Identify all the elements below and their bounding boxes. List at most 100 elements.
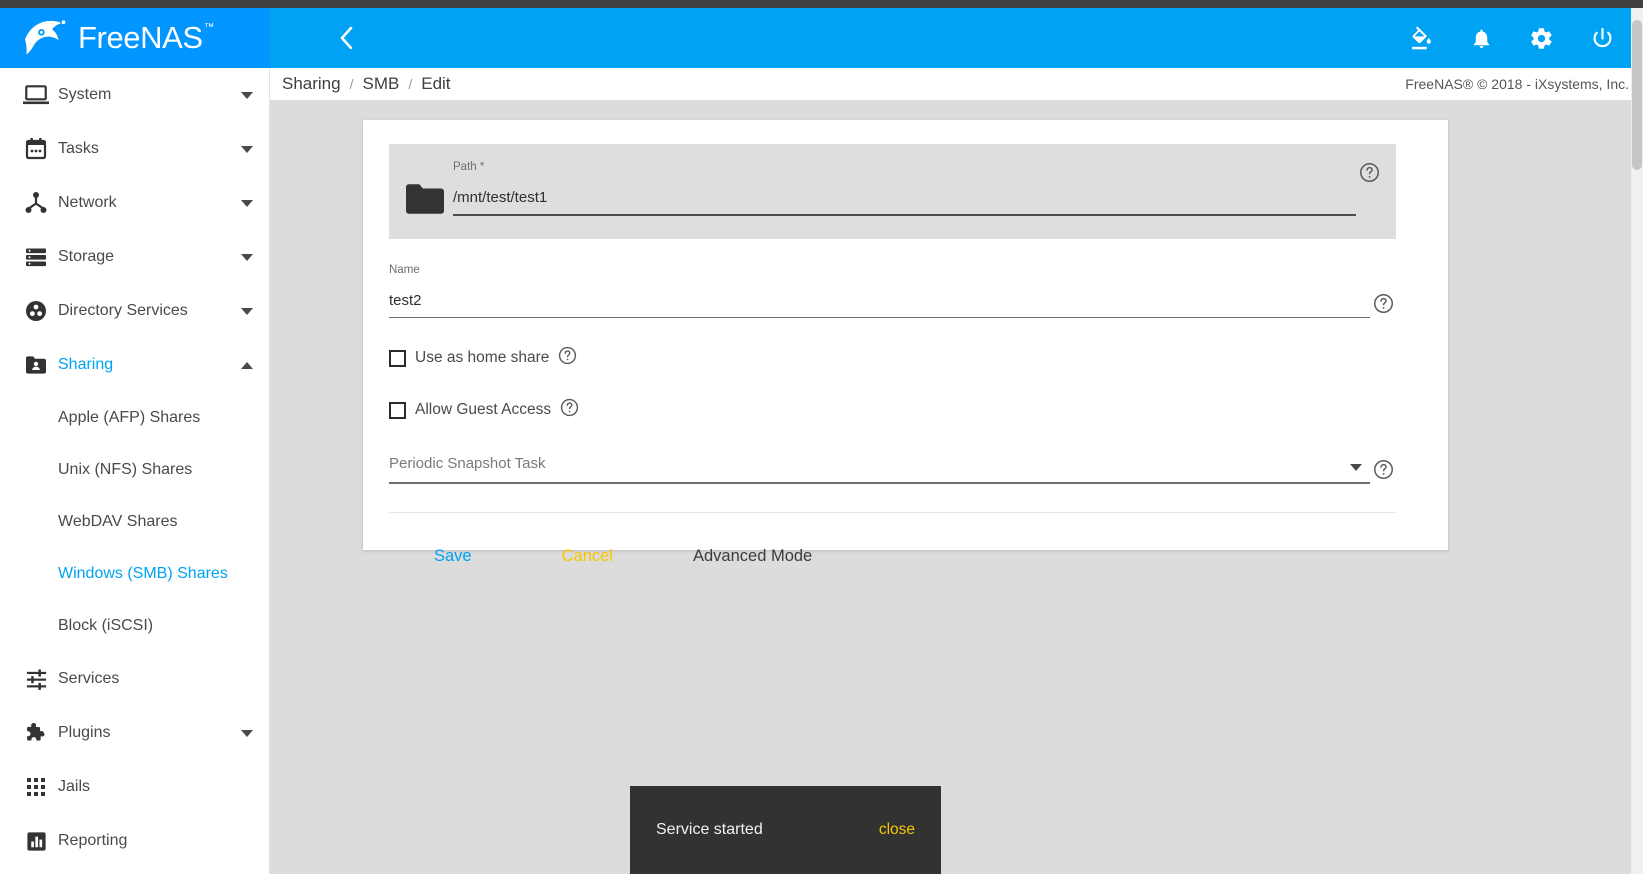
breadcrumb-item-2: Edit <box>421 74 451 93</box>
hamburger-menu-icon[interactable] <box>296 29 322 47</box>
help-circle-icon[interactable] <box>560 398 579 422</box>
sidebar-item-label: Reporting <box>58 832 128 849</box>
sidebar-item-label: Sharing <box>58 356 114 373</box>
sidebar-item-reporting[interactable]: Reporting <box>0 814 269 868</box>
sidebar-subitem-label: Unix (NFS) Shares <box>58 461 193 478</box>
name-underline <box>389 316 1370 318</box>
brand-logo[interactable]: FreeNAS ™ <box>0 8 270 68</box>
sidebar-item-services[interactable]: Services <box>0 652 269 706</box>
chevron-down-icon[interactable] <box>241 253 253 261</box>
select-underline <box>389 482 1370 484</box>
form-actions: Save Cancel Advanced Mode <box>389 513 1396 574</box>
sidebar-item-label: Jails <box>58 778 91 795</box>
sidebar-item-network[interactable]: Network <box>0 176 269 230</box>
sidebar-item-sharing[interactable]: Sharing <box>0 338 269 392</box>
freenas-fish-logo-icon <box>22 18 68 58</box>
periodic-snapshot-task-group: Periodic Snapshot Task <box>389 456 1396 484</box>
folder-shared-icon <box>14 354 58 376</box>
sidebar-item-system[interactable]: System <box>0 68 269 122</box>
breadcrumb-bar: Sharing / SMB / Edit FreeNAS® © 2018 - i… <box>270 68 1643 100</box>
periodic-snapshot-task-select[interactable]: Periodic Snapshot Task <box>389 456 1370 484</box>
sidebar-item-plugins[interactable]: Plugins <box>0 706 269 760</box>
sidebar-navigation: System Tasks Network Storage Directory S… <box>0 68 270 874</box>
window-top-strip <box>0 0 1643 8</box>
snackbar-message: Service started <box>656 821 763 838</box>
sidebar-item-tasks[interactable]: Tasks <box>0 122 269 176</box>
sidebar-subitem-webdav-shares[interactable]: WebDAV Shares <box>0 496 269 548</box>
top-toolbar <box>270 8 1643 68</box>
sidebar-item-label: Network <box>58 194 117 211</box>
sidebar-item-label: Directory Services <box>58 302 188 319</box>
use-as-home-share-checkbox[interactable] <box>389 349 406 367</box>
path-input[interactable]: /mnt/test/test1 <box>453 190 1356 214</box>
chevron-down-icon[interactable] <box>241 145 253 153</box>
save-button[interactable]: Save <box>418 539 488 574</box>
network-hub-icon <box>14 191 58 215</box>
name-input[interactable]: test2 <box>389 293 1370 317</box>
advanced-mode-button[interactable]: Advanced Mode <box>677 539 828 574</box>
directory-services-icon <box>14 299 58 323</box>
brand-name: FreeNAS ™ <box>78 20 214 55</box>
power-icon[interactable] <box>1590 26 1615 51</box>
cancel-button[interactable]: Cancel <box>546 539 629 574</box>
bell-notification-icon[interactable] <box>1470 26 1493 51</box>
sidebar-subitem-unix-nfs-shares[interactable]: Unix (NFS) Shares <box>0 444 269 496</box>
breadcrumb-separator: / <box>349 76 354 92</box>
sidebar-subitem-apple-afp-shares[interactable]: Apple (AFP) Shares <box>0 392 269 444</box>
path-underline <box>453 213 1356 216</box>
help-circle-icon[interactable] <box>558 346 577 370</box>
sidebar-subitem-windows-smb-shares[interactable]: Windows (SMB) Shares <box>0 548 269 600</box>
sidebar-item-label: Plugins <box>58 724 111 741</box>
page-scrollbar-thumb[interactable] <box>1632 20 1642 170</box>
use-as-home-share-row: Use as home share <box>389 346 1396 370</box>
allow-guest-access-checkbox[interactable] <box>389 401 406 419</box>
snackbar-close-button[interactable]: close <box>879 821 915 839</box>
breadcrumb-separator: / <box>408 76 413 92</box>
help-circle-icon[interactable] <box>1370 293 1396 318</box>
name-input-wrapper: Name test2 <box>389 264 1370 318</box>
trademark-symbol: ™ <box>204 22 214 33</box>
folder-icon[interactable] <box>397 162 453 214</box>
sidebar-subitem-label: WebDAV Shares <box>58 513 178 530</box>
breadcrumb: Sharing / SMB / Edit <box>282 74 451 94</box>
sidebar-item-label: Tasks <box>58 140 99 157</box>
breadcrumb-item-1[interactable]: SMB <box>363 74 400 94</box>
sidebar-subitem-label: Apple (AFP) Shares <box>58 409 201 426</box>
bar-chart-icon <box>14 830 58 853</box>
chevron-left-icon[interactable] <box>340 27 353 49</box>
sidebar-subitem-label: Block (iSCSI) <box>58 617 154 634</box>
chevron-up-icon[interactable] <box>241 361 253 369</box>
chevron-down-icon[interactable] <box>1350 463 1362 471</box>
sidebar-item-label: System <box>58 86 112 103</box>
periodic-snapshot-task-label: Periodic Snapshot Task <box>389 455 546 472</box>
laptop-icon <box>14 84 58 106</box>
sidebar-item-storage[interactable]: Storage <box>0 230 269 284</box>
page-scrollbar-track[interactable] <box>1631 8 1643 874</box>
sidebar-subitem-block-iscsi[interactable]: Block (iSCSI) <box>0 600 269 652</box>
sidebar-item-label: Storage <box>58 248 115 265</box>
snackbar-notification: Service started close <box>630 786 941 874</box>
chevron-down-icon[interactable] <box>241 91 253 99</box>
sidebar-subitem-label: Windows (SMB) Shares <box>58 565 228 582</box>
theme-paint-bucket-icon[interactable] <box>1409 26 1434 51</box>
sidebar-item-jails[interactable]: Jails <box>0 760 269 814</box>
chevron-down-icon[interactable] <box>241 729 253 737</box>
chevron-down-icon[interactable] <box>241 199 253 207</box>
path-label: Path * <box>453 161 485 173</box>
help-circle-icon[interactable] <box>1370 459 1396 484</box>
sidebar-item-directory-services[interactable]: Directory Services <box>0 284 269 338</box>
main-content: Path * /mnt/test/test1 Name test2 Use as… <box>270 100 1643 874</box>
sidebar-item-label: Services <box>58 670 120 687</box>
sliders-icon <box>14 668 58 691</box>
path-input-wrapper: Path * /mnt/test/test1 <box>453 161 1356 216</box>
grid-dots-icon <box>14 776 58 798</box>
help-circle-icon[interactable] <box>1356 162 1382 187</box>
smb-share-edit-form: Path * /mnt/test/test1 Name test2 Use as… <box>363 120 1448 565</box>
allow-guest-access-row: Allow Guest Access <box>389 398 1396 422</box>
breadcrumb-item-0[interactable]: Sharing <box>282 74 341 94</box>
allow-guest-access-label: Allow Guest Access <box>415 401 552 418</box>
chevron-down-icon[interactable] <box>241 307 253 315</box>
gear-settings-icon[interactable] <box>1529 26 1554 51</box>
name-label: Name <box>389 264 420 276</box>
use-as-home-share-label: Use as home share <box>415 349 550 366</box>
